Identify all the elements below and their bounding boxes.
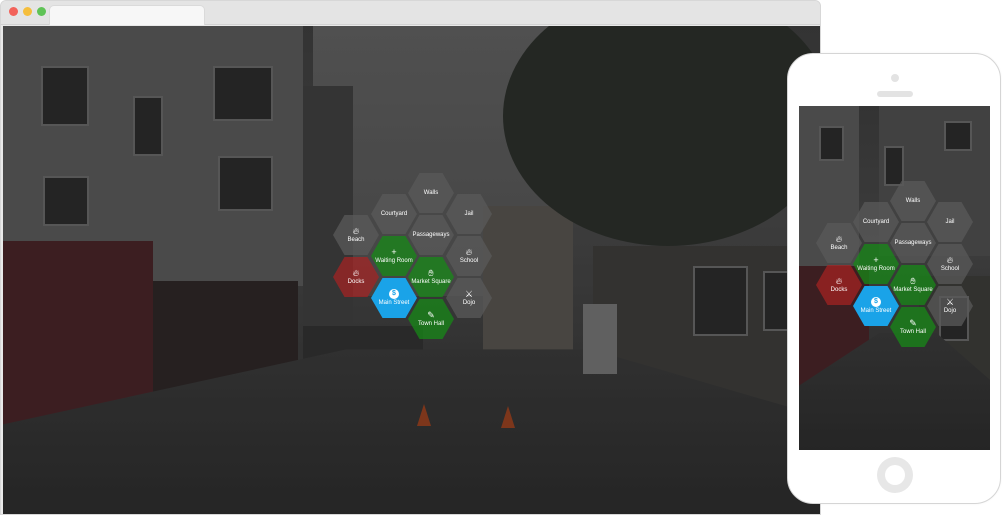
phone-screen: Walls Courtyard Jail Passageways 🔥︎ Beac… [799, 106, 990, 450]
hex-walls-label: Walls [905, 197, 921, 204]
hex-main-street-label: Main Street [378, 300, 410, 306]
hex-main-street-label: Main Street [860, 308, 892, 314]
hex-dojo-label: Dojo [943, 308, 957, 314]
hex-jail-label: Jail [464, 210, 474, 217]
hex-waiting-room-label: Waiting Room [375, 258, 413, 264]
browser-toolbar [1, 1, 820, 25]
hex-school-label: School [459, 258, 479, 264]
fire-icon: 🔥︎ [352, 226, 360, 236]
hex-courtyard-label: Courtyard [862, 218, 890, 225]
plus-icon: + [873, 255, 879, 265]
fire-icon: 🔥︎ [465, 247, 473, 257]
edit-icon: ✎ [427, 310, 435, 320]
coin-icon: $ [871, 297, 881, 307]
hex-town-hall-label: Town Hall [417, 321, 444, 327]
coin-icon: $ [389, 289, 399, 299]
minimize-window-button[interactable] [23, 7, 32, 16]
desktop-viewport: Walls Courtyard Jail Passageways 🔥︎ Beac… [3, 26, 820, 514]
hex-beach-label: Beach [830, 245, 848, 251]
edit-icon: ✎ [909, 318, 917, 328]
hex-beach-label: Beach [347, 237, 365, 243]
plus-icon: + [391, 247, 397, 257]
browser-window: Walls Courtyard Jail Passageways 🔥︎ Beac… [0, 0, 821, 515]
street-background [3, 26, 820, 514]
martial-arts-icon: ⚔︎ [464, 289, 474, 299]
hex-jail-label: Jail [945, 218, 955, 225]
hex-market-square-label: Market Square [411, 279, 451, 285]
hex-waiting-room-label: Waiting Room [857, 266, 895, 272]
hex-courtyard-label: Courtyard [380, 210, 408, 217]
fire-icon: 🔥︎ [352, 268, 360, 278]
close-window-button[interactable] [9, 7, 18, 16]
hex-walls-label: Walls [423, 189, 439, 196]
fire-icon: 🔥︎ [835, 234, 843, 244]
device-showcase: Walls Courtyard Jail Passageways 🔥︎ Beac… [0, 0, 1002, 515]
hex-passageways-label: Passageways [412, 231, 450, 238]
martial-arts-icon: ⚔︎ [945, 297, 955, 307]
hex-school-label: School [940, 266, 960, 272]
phone-device: Walls Courtyard Jail Passageways 🔥︎ Beac… [787, 53, 1001, 504]
hex-docks-label: Docks [347, 279, 365, 285]
hex-passageways-label: Passageways [894, 239, 932, 246]
browser-tab[interactable] [49, 5, 205, 25]
hex-dojo-label: Dojo [462, 300, 476, 306]
hex-market-square-label: Market Square [893, 287, 933, 293]
fire-icon: 🔥︎ [835, 276, 843, 286]
fire-icon: 🔥︎ [946, 255, 954, 265]
phone-camera [891, 74, 899, 82]
hex-docks-label: Docks [830, 287, 848, 293]
phone-home-button[interactable] [877, 457, 913, 493]
maximize-window-button[interactable] [37, 7, 46, 16]
hand-icon: ✋︎ [428, 268, 434, 278]
hex-town-hall-label: Town Hall [899, 329, 926, 335]
phone-speaker [877, 91, 913, 97]
hand-icon: ✋︎ [910, 276, 916, 286]
